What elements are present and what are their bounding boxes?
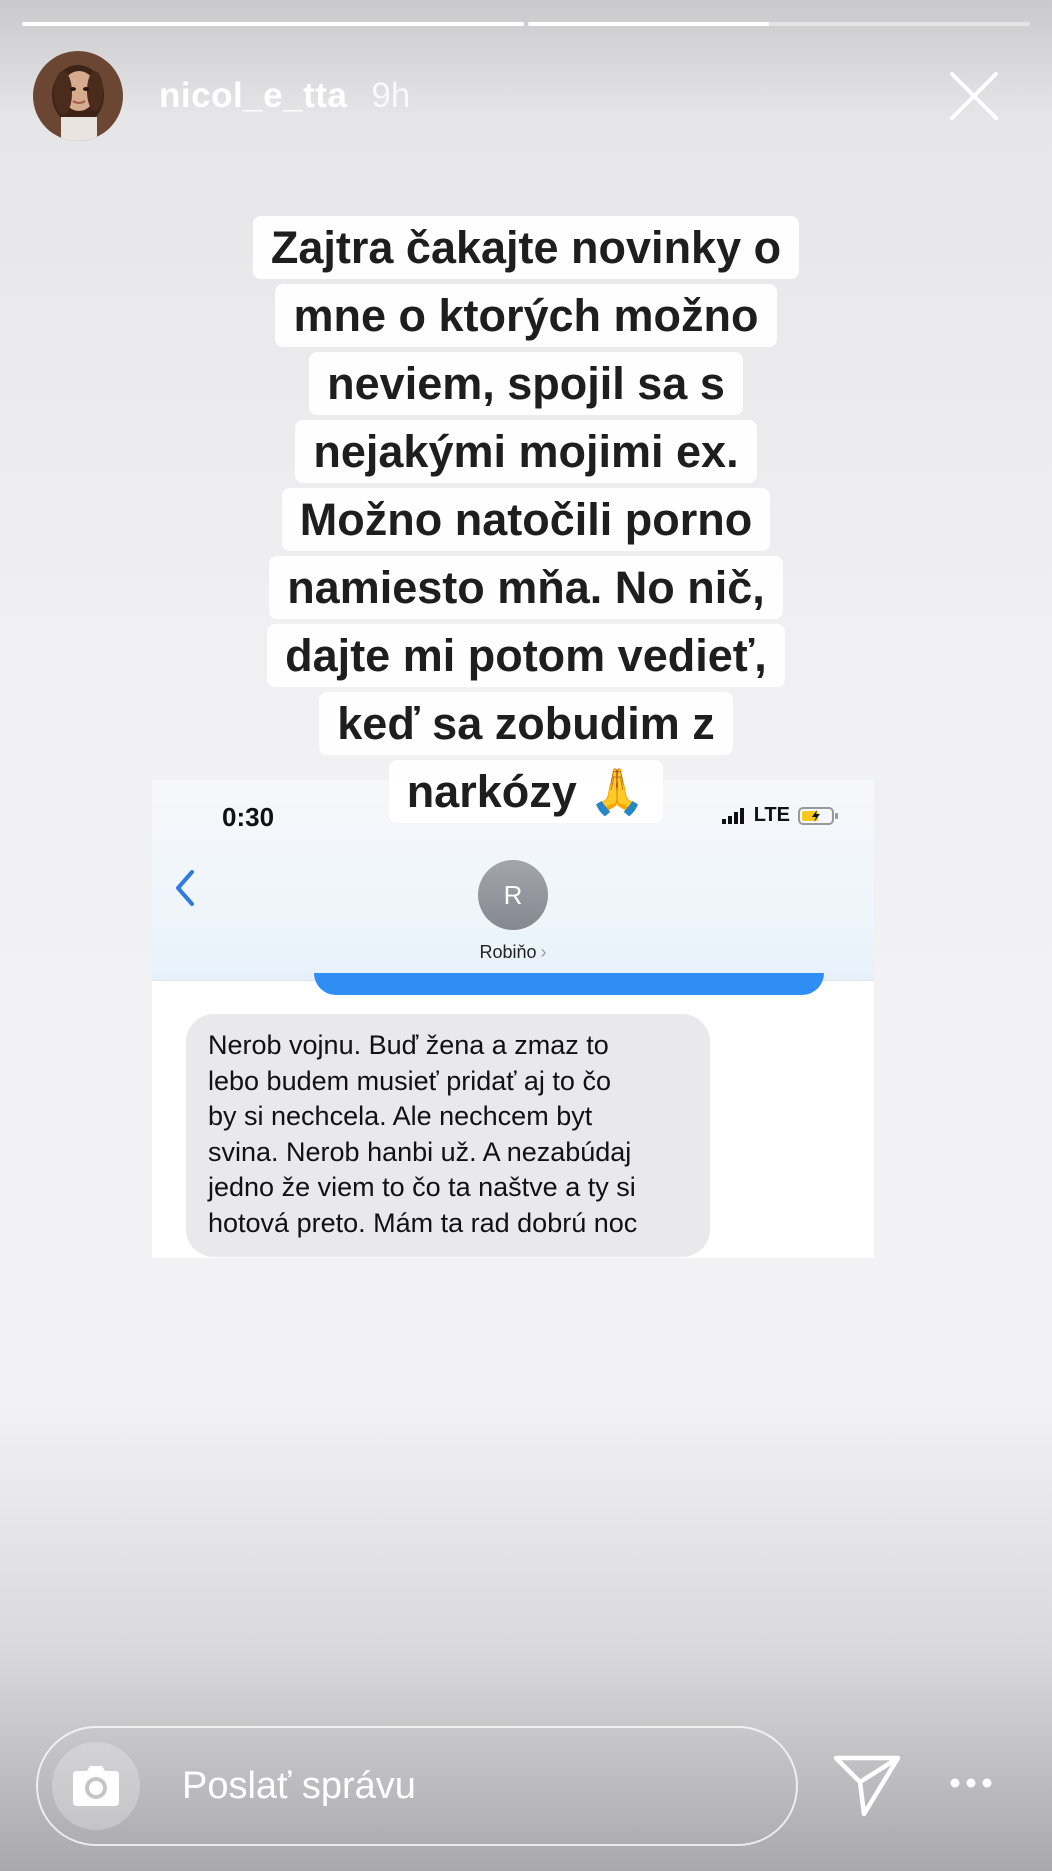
close-icon[interactable]	[946, 68, 1002, 124]
message-screenshot: 0:30 LTE R Robiňo › Nerob vojnu. Buď žen…	[152, 780, 874, 1258]
more-icon[interactable]	[946, 1768, 996, 1798]
send-icon[interactable]	[832, 1752, 902, 1818]
caption-line: neviem, spojil sa s	[180, 350, 872, 418]
progress-segment-2	[528, 22, 1030, 26]
username[interactable]: nicol_e_tta	[159, 76, 347, 116]
caption-line: keď sa zobudim z	[180, 690, 872, 758]
story-header: nicol_e_tta 9h	[33, 48, 1032, 144]
caption-line: dajte mi potom vedieť,	[180, 622, 872, 690]
story-caption: Zajtra čakajte novinky o mne o ktorých m…	[180, 214, 872, 826]
post-time: 9h	[371, 76, 411, 115]
avatar[interactable]	[33, 51, 123, 141]
reply-input[interactable]: Poslať správu	[36, 1726, 798, 1846]
story-progress	[22, 22, 1030, 26]
caption-line: nejakými mojimi ex.	[180, 418, 872, 486]
caption-line: mne o ktorých možno	[180, 282, 872, 350]
sent-message-bubble	[314, 973, 824, 995]
contact-name[interactable]: Robiňo ›	[152, 942, 874, 963]
caption-line: namiesto mňa. No nič,	[180, 554, 872, 622]
progress-segment-1	[22, 22, 524, 26]
reply-placeholder: Poslať správu	[182, 1765, 416, 1807]
received-message-bubble: Nerob vojnu. Buď žena a zmaz to lebo bud…	[186, 1014, 710, 1257]
back-chevron-icon[interactable]	[170, 866, 200, 910]
chevron-right-icon: ›	[540, 942, 547, 962]
contact-avatar[interactable]: R	[478, 860, 548, 930]
caption-line: Možno natočili porno	[180, 486, 872, 554]
caption-line: Zajtra čakajte novinky o	[180, 214, 872, 282]
camera-icon[interactable]	[52, 1742, 140, 1830]
caption-line: narkózy 🙏	[180, 758, 872, 826]
